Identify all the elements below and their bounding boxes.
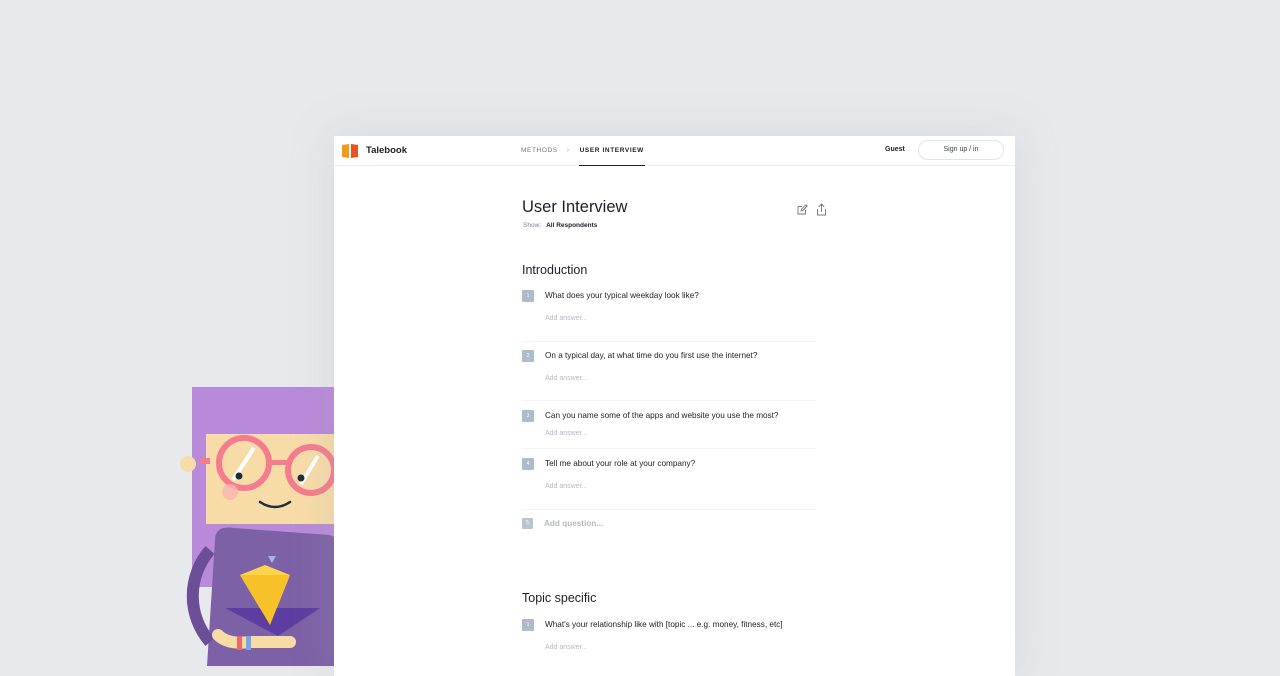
- question-number: 1: [522, 290, 534, 302]
- page-title: User Interview: [522, 198, 628, 216]
- breadcrumb-separator-icon: ›: [566, 147, 570, 154]
- breadcrumb-methods[interactable]: METHODS: [521, 147, 558, 154]
- divider: [522, 509, 816, 510]
- respondent-filter: Show: All Respondents: [523, 222, 597, 229]
- breadcrumb: METHODS › USER INTERVIEW: [521, 136, 646, 166]
- question-text[interactable]: What's your relationship like with [topi…: [545, 620, 783, 629]
- talebook-logo-icon[interactable]: [342, 144, 358, 158]
- section-title-topic-specific: Topic specific: [522, 591, 597, 605]
- answer-input[interactable]: Add answer...: [545, 315, 587, 322]
- app-window: Talebook METHODS › USER INTERVIEW Guest …: [334, 136, 1015, 676]
- guest-label: Guest: [885, 146, 905, 153]
- respondent-filter-select[interactable]: All Respondents: [546, 222, 597, 229]
- divider: [522, 448, 816, 449]
- add-question-number: 5: [522, 518, 533, 529]
- answer-input[interactable]: Add answer...: [545, 430, 587, 437]
- edit-icon[interactable]: [797, 204, 808, 215]
- divider: [522, 400, 816, 401]
- question-text[interactable]: What does your typical weekday look like…: [545, 291, 699, 300]
- breadcrumb-user-interview[interactable]: USER INTERVIEW: [578, 136, 646, 166]
- brand-name[interactable]: Talebook: [366, 145, 407, 156]
- question-number: 2: [522, 350, 534, 362]
- answer-input[interactable]: Add answer...: [545, 483, 587, 490]
- divider: [522, 341, 816, 342]
- answer-input[interactable]: Add answer...: [545, 375, 587, 382]
- question-number: 3: [522, 410, 534, 422]
- question-text[interactable]: On a typical day, at what time do you fi…: [545, 351, 757, 360]
- sign-up-button[interactable]: Sign up / in: [918, 140, 1004, 160]
- question-text[interactable]: Tell me about your role at your company?: [545, 459, 695, 468]
- add-question-button[interactable]: Add question...: [544, 519, 603, 528]
- question-number: 4: [522, 458, 534, 470]
- question-text[interactable]: Can you name some of the apps and websit…: [545, 411, 778, 420]
- answer-input[interactable]: Add answer...: [545, 644, 587, 651]
- show-label: Show:: [523, 222, 542, 229]
- question-number: 1: [522, 619, 534, 631]
- share-icon[interactable]: [816, 203, 827, 216]
- section-title-introduction: Introduction: [522, 263, 588, 277]
- character-illustration: [180, 387, 340, 666]
- top-navigation-bar: Talebook METHODS › USER INTERVIEW Guest …: [334, 136, 1015, 166]
